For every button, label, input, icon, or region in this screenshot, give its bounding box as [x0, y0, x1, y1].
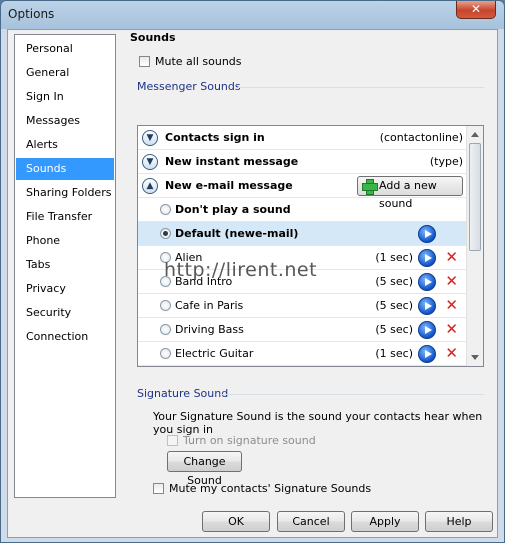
- sound-name: Cafe in Paris: [175, 299, 244, 312]
- list-scrollbar[interactable]: [466, 126, 483, 366]
- nav-item-sounds[interactable]: Sounds: [16, 158, 114, 180]
- delete-x-icon[interactable]: ✕: [445, 320, 458, 338]
- sound-radio[interactable]: [160, 324, 171, 335]
- delete-x-icon[interactable]: ✕: [445, 296, 458, 314]
- nav-item-personal[interactable]: Personal: [16, 38, 114, 60]
- sound-radio[interactable]: [160, 204, 171, 215]
- play-icon[interactable]: [418, 273, 436, 291]
- play-icon[interactable]: [418, 345, 436, 363]
- event-row-new-instant-message[interactable]: ▼ New instant message (type): [138, 150, 467, 174]
- mute-all-sounds-label: Mute all sounds: [155, 54, 242, 68]
- sound-name: Driving Bass: [175, 323, 244, 336]
- chevron-down-icon[interactable]: ▼: [142, 154, 158, 170]
- event-sound-value: (contactonline): [379, 131, 463, 144]
- ok-button[interactable]: OK: [202, 511, 270, 532]
- play-icon[interactable]: [418, 249, 436, 267]
- mute-all-sounds-row[interactable]: Mute all sounds: [139, 54, 242, 68]
- nav-item-messages[interactable]: Messages: [16, 110, 114, 132]
- event-row-new-email-message[interactable]: ▲ New e-mail message Add a new sound: [138, 174, 467, 210]
- sound-option-row[interactable]: Default (newe-mail): [138, 222, 467, 246]
- options-window: Options ✕ Personal General Sign In Messa…: [0, 0, 505, 543]
- nav-item-general[interactable]: General: [16, 62, 114, 84]
- event-label: New e-mail message: [165, 179, 293, 192]
- play-icon[interactable]: [418, 321, 436, 339]
- play-icon[interactable]: [418, 225, 436, 243]
- sound-option-row[interactable]: Electric Guitar (1 sec) ✕: [138, 342, 467, 366]
- delete-x-icon[interactable]: ✕: [445, 272, 458, 290]
- mute-all-sounds-checkbox[interactable]: [139, 55, 150, 67]
- close-button[interactable]: ✕: [456, 1, 496, 19]
- delete-x-icon[interactable]: ✕: [445, 344, 458, 362]
- sound-name: Don't play a sound: [175, 203, 291, 216]
- delete-x-icon[interactable]: ✕: [445, 248, 458, 266]
- mute-contacts-signature-label: Mute my contacts' Signature Sounds: [169, 481, 372, 495]
- scroll-down-icon[interactable]: [471, 355, 479, 360]
- watermark-text: http://lirent.net: [164, 259, 318, 281]
- sound-radio[interactable]: [160, 300, 171, 311]
- window-title: Options: [8, 7, 55, 21]
- turn-on-signature-checkbox: [167, 434, 178, 446]
- apply-button[interactable]: Apply: [351, 511, 419, 532]
- nav-item-file-transfer[interactable]: File Transfer: [16, 206, 114, 228]
- sound-duration: (5 sec): [375, 275, 413, 288]
- mute-contacts-signature-checkbox[interactable]: [153, 482, 164, 494]
- chevron-up-icon[interactable]: ▲: [142, 178, 158, 194]
- nav-item-privacy[interactable]: Privacy: [16, 278, 114, 300]
- sound-duration: (1 sec): [375, 347, 413, 360]
- title-bar: Options ✕: [1, 1, 504, 28]
- sound-duration: (1 sec): [375, 251, 413, 264]
- close-icon: ✕: [470, 2, 482, 16]
- sound-events-list: ▼ Contacts sign in (contactonline) ▼ New…: [137, 125, 484, 367]
- scroll-thumb[interactable]: [469, 143, 481, 251]
- sound-option-row[interactable]: Don't play a sound: [138, 198, 467, 222]
- help-button[interactable]: Help: [425, 511, 493, 532]
- messenger-sounds-heading: Messenger Sounds: [137, 80, 241, 93]
- nav-item-alerts[interactable]: Alerts: [16, 134, 114, 156]
- client-area: Personal General Sign In Messages Alerts…: [7, 29, 498, 538]
- event-label: Contacts sign in: [165, 131, 265, 144]
- sound-duration: (5 sec): [375, 323, 413, 336]
- add-new-sound-button[interactable]: Add a new sound: [357, 176, 463, 210]
- group-divider: [220, 394, 484, 395]
- nav-item-tabs[interactable]: Tabs: [16, 254, 114, 276]
- page-title: Sounds: [130, 31, 176, 44]
- change-sound-button[interactable]: Change Sound: [167, 451, 242, 487]
- nav-item-sharing-folders[interactable]: Sharing Folders: [16, 182, 114, 204]
- scroll-up-icon[interactable]: [471, 132, 479, 137]
- sound-option-row[interactable]: Driving Bass (5 sec) ✕: [138, 318, 467, 342]
- event-label: New instant message: [165, 155, 299, 168]
- category-list: Personal General Sign In Messages Alerts…: [14, 34, 116, 498]
- cancel-button[interactable]: Cancel: [277, 511, 345, 532]
- nav-item-sign-in[interactable]: Sign In: [16, 86, 114, 108]
- sound-name: Electric Guitar: [175, 347, 254, 360]
- play-icon[interactable]: [418, 297, 436, 315]
- sound-option-row[interactable]: Cafe in Paris (5 sec) ✕: [138, 294, 467, 318]
- group-divider: [238, 87, 484, 88]
- nav-item-connection[interactable]: Connection: [16, 326, 114, 348]
- sound-radio[interactable]: [160, 348, 171, 359]
- sound-name: Default (newe-mail): [175, 227, 299, 240]
- sound-radio-selected[interactable]: [160, 228, 171, 239]
- mute-contacts-signature-row[interactable]: Mute my contacts' Signature Sounds: [153, 481, 371, 495]
- sound-duration: (5 sec): [375, 299, 413, 312]
- turn-on-signature-label: Turn on signature sound: [183, 433, 316, 447]
- event-sound-value: (type): [429, 155, 463, 168]
- plus-icon: [362, 179, 378, 195]
- signature-sound-heading: Signature Sound: [137, 387, 229, 400]
- nav-item-security[interactable]: Security: [16, 302, 114, 324]
- nav-item-phone[interactable]: Phone: [16, 230, 114, 252]
- event-row-contacts-sign-in[interactable]: ▼ Contacts sign in (contactonline): [138, 126, 467, 150]
- turn-on-signature-row: Turn on signature sound: [167, 433, 316, 447]
- chevron-down-icon[interactable]: ▼: [142, 130, 158, 146]
